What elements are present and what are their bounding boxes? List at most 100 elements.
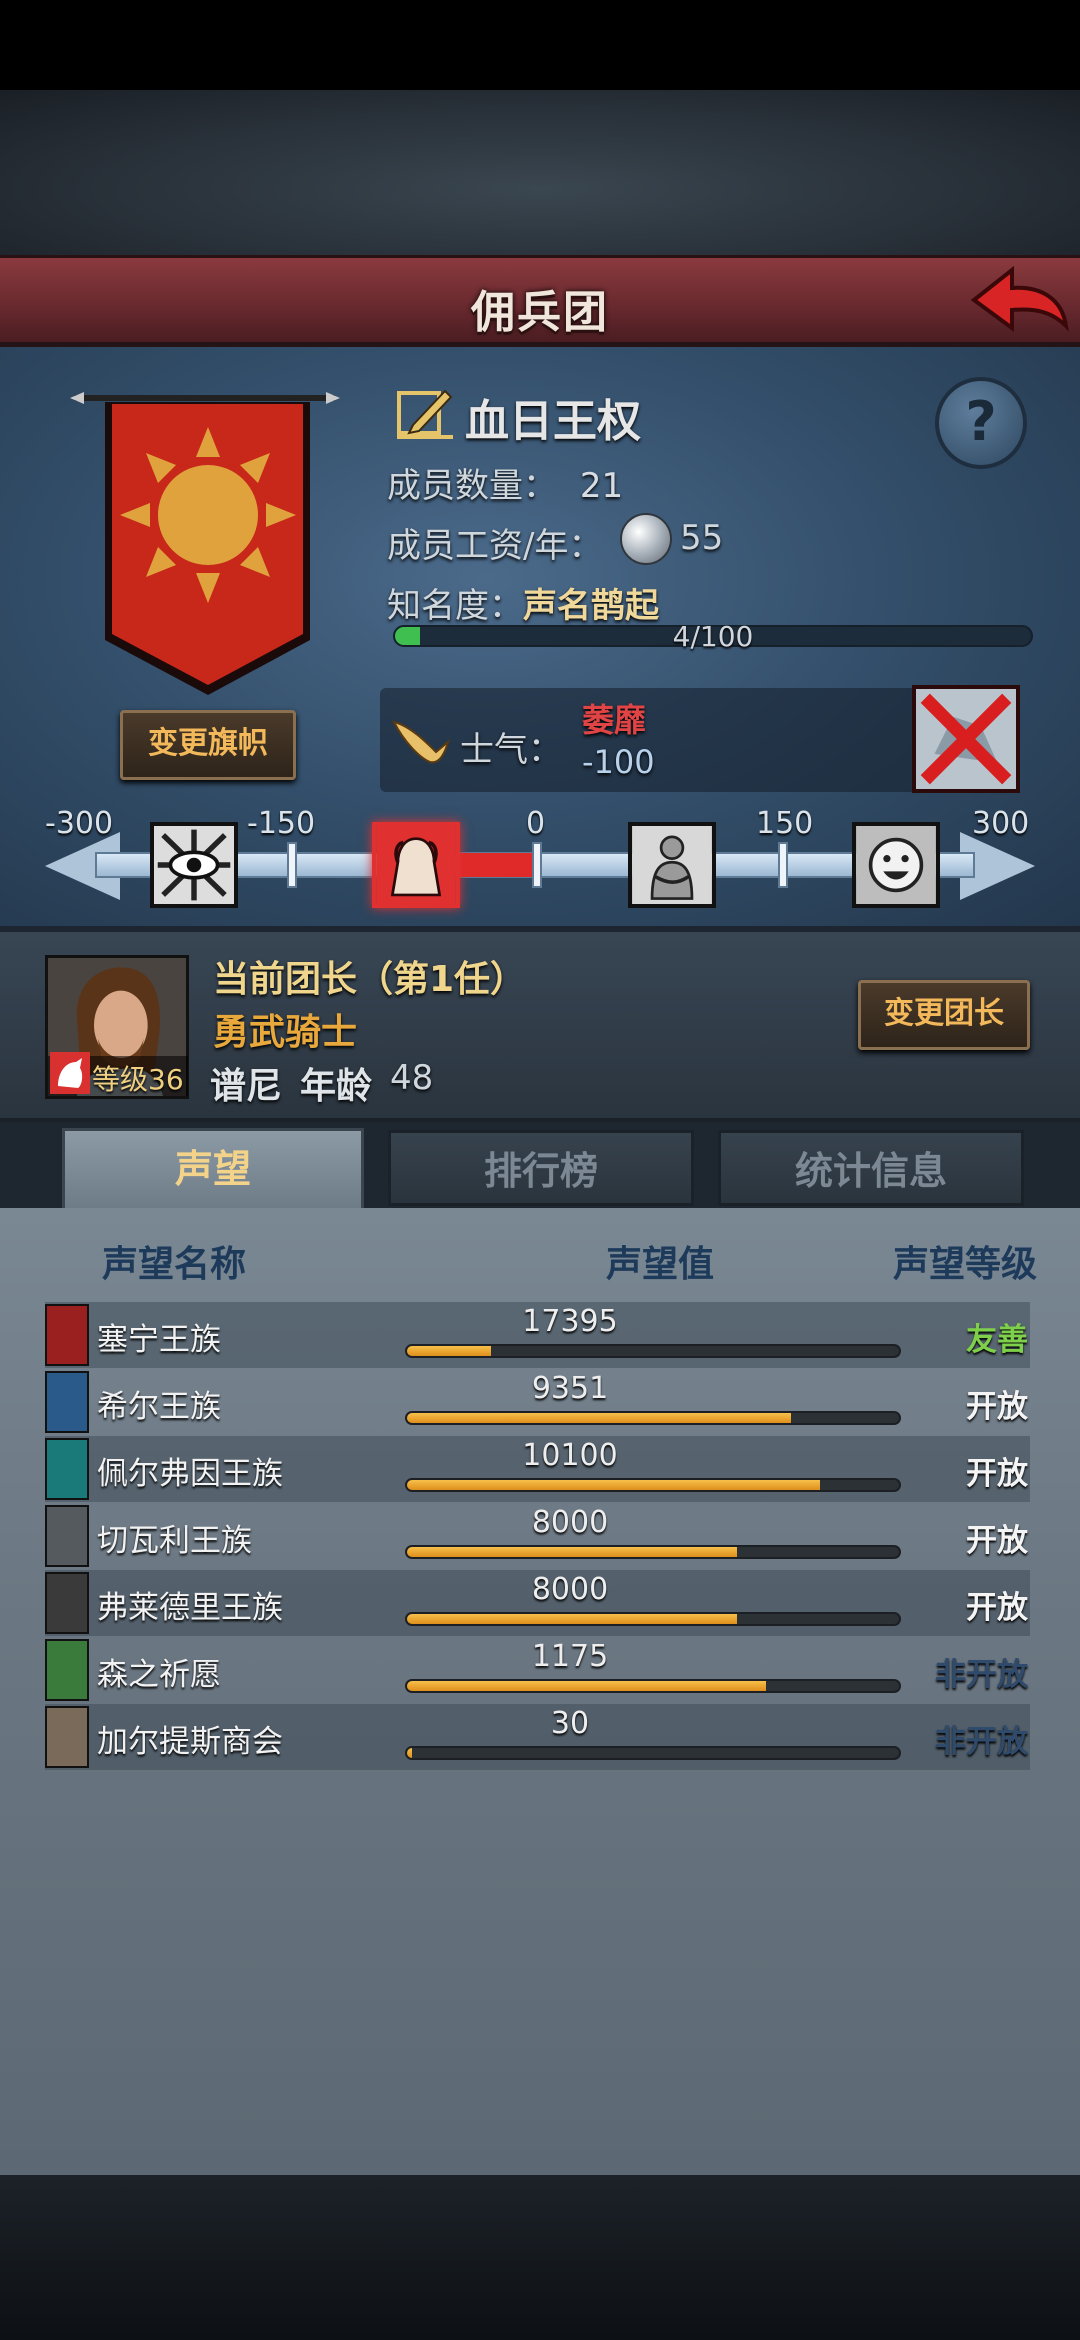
wage-label: 成员工资/年：: [387, 526, 603, 566]
morale-scale-indicator: [455, 853, 537, 877]
reputation-value: 10100: [522, 1438, 618, 1473]
scale-label: 150: [756, 806, 814, 841]
reputation-bar-fill: [407, 1681, 767, 1691]
eye-madness-icon[interactable]: [150, 822, 238, 908]
leader-age-label: 年龄: [300, 1066, 373, 1107]
faction-name: 塞宁王族: [97, 1322, 221, 1358]
reputation-bar: [405, 1344, 901, 1358]
reputation-row[interactable]: 佩尔弗因王族 10100 开放: [45, 1436, 1030, 1502]
reputation-bar: [405, 1746, 901, 1760]
change-leader-button[interactable]: 变更团长: [858, 980, 1030, 1050]
reputation-row[interactable]: 希尔王族 9351 开放: [45, 1369, 1030, 1435]
faction-crest-icon: [45, 1639, 89, 1701]
reputation-level: 开放: [966, 1389, 1028, 1425]
page-title: 佣兵团: [471, 287, 609, 338]
scale-label: -300: [45, 806, 114, 841]
reputation-bar-fill: [407, 1346, 491, 1356]
hug-calm-icon[interactable]: [628, 822, 716, 908]
reputation-bar-fill: [407, 1547, 737, 1557]
faction-name: 森之祈愿: [97, 1657, 221, 1693]
faction-crest-icon: [45, 1706, 89, 1768]
reputation-row[interactable]: 森之祈愿 1175 非开放: [45, 1637, 1030, 1703]
help-button[interactable]: ?: [935, 377, 1027, 469]
navigation-bar-area: [0, 2175, 1080, 2340]
edit-name-icon[interactable]: [395, 385, 455, 441]
fame-progress-text: 4/100: [672, 620, 754, 653]
faction-name: 希尔王族: [97, 1389, 221, 1425]
reputation-level: 开放: [966, 1456, 1028, 1492]
reputation-value: 8000: [531, 1505, 609, 1540]
header-value: 声望值: [606, 1244, 715, 1285]
reputation-bar: [405, 1545, 901, 1559]
reputation-bar-fill: [407, 1748, 412, 1758]
member-count-line: 成员数量： 21: [387, 458, 623, 507]
scale-label: 300: [972, 806, 1030, 841]
tab-statistics[interactable]: 统计信息: [718, 1130, 1024, 1206]
member-count-label: 成员数量：: [387, 466, 557, 506]
reputation-row[interactable]: 弗莱德里王族 8000 开放: [45, 1570, 1030, 1636]
morale-label: 士气：: [460, 730, 562, 770]
leader-name: 谱尼: [210, 1066, 283, 1107]
leader-class: 勇武骑士: [213, 1012, 358, 1053]
top-background: [0, 90, 1080, 255]
faction-name: 佩尔弗因王族: [97, 1456, 283, 1492]
faction-crest-icon: [45, 1304, 89, 1366]
reputation-bar: [405, 1679, 901, 1693]
leader-age: 48: [390, 1058, 434, 1098]
morale-effect-crossed-icon[interactable]: [912, 685, 1020, 793]
tab-leaderboard[interactable]: 排行榜: [388, 1130, 694, 1206]
faction-crest-icon: [45, 1371, 89, 1433]
reputation-value: 8000: [531, 1572, 609, 1607]
morale-state: 萎靡: [582, 701, 647, 739]
reputation-bar-fill: [407, 1413, 791, 1423]
guild-banner-sun-icon: [70, 392, 340, 695]
morale-value: -100: [582, 743, 655, 781]
reputation-bar-fill: [407, 1480, 821, 1490]
header-level: 声望等级: [893, 1244, 1038, 1285]
leader-level: 等级36: [92, 1063, 184, 1096]
header-name: 声望名称: [102, 1244, 247, 1285]
faction-name: 切瓦利王族: [97, 1523, 252, 1559]
leader-title: 当前团长（第1任）: [213, 959, 527, 1000]
wage-value: 55: [680, 518, 724, 558]
scale-tick: [287, 842, 297, 888]
back-arrow-icon[interactable]: [966, 262, 1070, 342]
reputation-bar: [405, 1478, 901, 1492]
wage-line: 成员工资/年：: [387, 518, 602, 567]
tab-reputation[interactable]: 声望: [62, 1128, 364, 1210]
title-bar: 佣兵团: [0, 255, 1080, 347]
reputation-value: 9351: [531, 1371, 609, 1406]
reputation-level: 开放: [966, 1523, 1028, 1559]
reputation-value: 17395: [522, 1304, 618, 1339]
scale-label: -150: [247, 806, 316, 841]
faction-crest-icon: [45, 1438, 89, 1500]
horse-class-icon: [50, 1052, 90, 1094]
scale-label: 0: [526, 806, 546, 841]
scale-tick: [532, 842, 542, 888]
reputation-level: 非开放: [935, 1724, 1028, 1760]
change-flag-button[interactable]: 变更旗帜: [120, 710, 296, 780]
reputation-bar: [405, 1612, 901, 1626]
scale-tick: [778, 842, 788, 888]
reputation-level: 非开放: [935, 1657, 1028, 1693]
faction-crest-icon: [45, 1505, 89, 1567]
horn-icon: [392, 720, 450, 764]
reputation-row[interactable]: 塞宁王族 17395 友善: [45, 1302, 1030, 1368]
despair-icon[interactable]: [372, 822, 460, 908]
faction-name: 加尔提斯商会: [97, 1724, 283, 1760]
reputation-bar-fill: [407, 1614, 737, 1624]
silver-coin-icon: [620, 513, 672, 565]
reputation-value: 1175: [531, 1639, 609, 1674]
status-bar-area: [0, 0, 1080, 90]
guild-name: 血日王权: [465, 396, 641, 447]
faction-crest-icon: [45, 1572, 89, 1634]
reputation-bar: [405, 1411, 901, 1425]
member-count-value: 21: [579, 466, 624, 506]
reputation-row[interactable]: 加尔提斯商会 30 非开放: [45, 1704, 1030, 1770]
faction-name: 弗莱德里王族: [97, 1590, 283, 1626]
happy-face-icon[interactable]: [852, 822, 940, 908]
reputation-level: 友善: [966, 1322, 1028, 1358]
reputation-level: 开放: [966, 1590, 1028, 1626]
reputation-row[interactable]: 切瓦利王族 8000 开放: [45, 1503, 1030, 1569]
reputation-value: 30: [550, 1706, 590, 1741]
